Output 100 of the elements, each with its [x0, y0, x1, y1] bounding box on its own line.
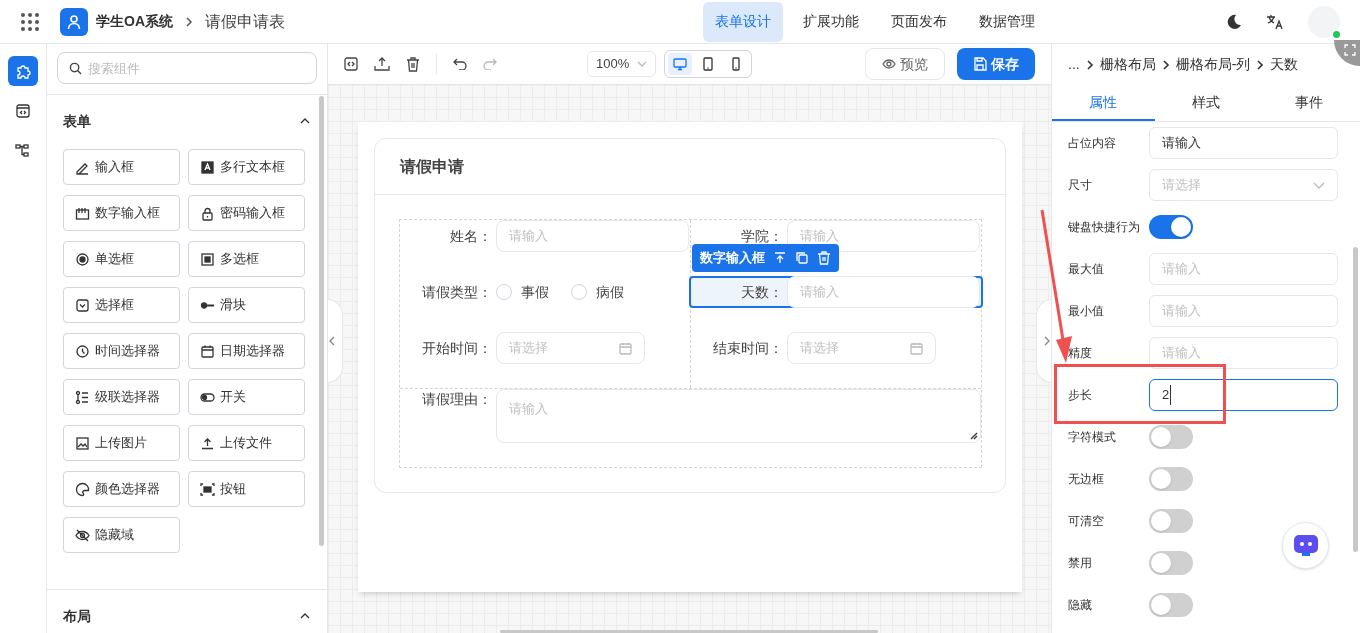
property-label: 步长 [1068, 387, 1093, 404]
nav-tab[interactable]: 页面发布 [879, 1, 959, 42]
placeholder-text: 请输入 [509, 401, 548, 416]
search-field[interactable]: 搜索组件 [57, 52, 317, 84]
code-icon[interactable] [344, 57, 358, 71]
checkbox-icon [200, 251, 215, 267]
section-header[interactable]: 布局 [47, 590, 327, 633]
scrollbar[interactable] [1353, 247, 1358, 552]
select-icon [75, 297, 90, 313]
component-button[interactable]: 多选框 [188, 241, 305, 277]
widget-type-label: 数字输入框 [699, 249, 765, 268]
toggle-switch[interactable] [1149, 593, 1193, 617]
component-button[interactable]: 上传文件 [188, 425, 305, 461]
component-button[interactable]: 颜色选择器 [63, 471, 180, 507]
property-label: 无边框 [1068, 471, 1105, 488]
nav-tab[interactable]: 数据管理 [967, 1, 1047, 42]
device-toggle[interactable] [668, 53, 693, 75]
chevron-left-icon [328, 335, 336, 347]
nav-tab[interactable]: 扩展功能 [791, 1, 871, 42]
inspector-tab[interactable]: 事件 [1257, 85, 1360, 121]
zoom-select[interactable]: 100% [587, 51, 657, 77]
input-field[interactable]: 2 [1149, 379, 1338, 411]
copy-icon[interactable] [794, 251, 809, 265]
toggle-switch[interactable] [1149, 467, 1193, 491]
apps-grid-icon[interactable] [20, 11, 40, 32]
component-button[interactable]: 时间选择器 [63, 333, 180, 369]
placeholder-text: 请选择 [509, 339, 548, 358]
fullscreen-icon [1344, 44, 1356, 56]
chevron-right-icon [1085, 59, 1094, 70]
tablet-icon [701, 57, 716, 71]
component-button[interactable]: 密码输入框 [188, 195, 305, 231]
code-window-icon [15, 103, 31, 119]
breadcrumb-item[interactable]: 天数 [1270, 54, 1299, 75]
component-button[interactable]: 按钮 [188, 471, 305, 507]
lock-icon [200, 205, 215, 221]
upload-icon [200, 435, 215, 451]
placeholder-text: 请选择 [1162, 176, 1201, 195]
component-button[interactable]: 级联选择器 [63, 379, 180, 415]
placeholder-text: 请输入 [799, 227, 839, 246]
property-label: 精度 [1068, 345, 1093, 362]
inspector-tab[interactable]: 样式 [1154, 85, 1258, 121]
app-name: 学生OA系统 [96, 12, 173, 31]
property-label: 禁用 [1068, 555, 1093, 572]
upload-icon[interactable] [374, 57, 390, 71]
trash-icon[interactable] [406, 56, 420, 72]
property-label: 最大值 [1068, 261, 1105, 278]
property-label: 键盘快捷行为 [1068, 219, 1141, 236]
collapse-right-handle[interactable] [1036, 299, 1052, 383]
selected-widget[interactable]: 天数： 请输入 [688, 276, 983, 308]
user-avatar[interactable] [1308, 5, 1340, 38]
floppy-disk-icon [973, 57, 987, 71]
component-button[interactable]: 多行文本框 [188, 149, 305, 185]
toggle-switch[interactable] [1149, 425, 1193, 449]
toggle-switch[interactable] [1149, 215, 1193, 239]
undo-icon[interactable] [453, 58, 467, 70]
arrow-up-icon[interactable] [772, 251, 787, 265]
nav-tab[interactable]: 表单设计 [703, 1, 783, 42]
component-button[interactable]: 日期选择器 [188, 333, 305, 369]
fullscreen-button[interactable] [1334, 40, 1360, 66]
field-label: 请假理由： [421, 390, 493, 409]
radio-label: 事假 [521, 282, 549, 302]
component-button[interactable]: 输入框 [63, 149, 180, 185]
input-value: 2 [1162, 385, 1172, 405]
save-button[interactable]: 保存 [957, 48, 1035, 80]
field-label: 天数： [739, 282, 784, 302]
field-label: 结束时间： [711, 338, 784, 358]
component-button[interactable]: 选择框 [63, 287, 180, 323]
placeholder-text: 请输入 [1162, 344, 1201, 363]
inspector-tab[interactable]: 属性 [1052, 85, 1155, 121]
collapse-left-handle[interactable] [327, 299, 343, 383]
page-title: 请假申请表 [205, 11, 285, 32]
radio-icon [75, 251, 90, 267]
breadcrumb-item[interactable]: 栅格布局-列 [1175, 54, 1251, 75]
chevron-down-icon [637, 61, 648, 67]
field-label: 学院： [739, 226, 784, 246]
input-field[interactable]: 请输入 [1149, 127, 1338, 159]
input-value: 请输入 [1162, 134, 1201, 153]
rail-button[interactable] [8, 56, 38, 86]
component-button[interactable]: 开关 [188, 379, 305, 415]
preview-button[interactable]: 预览 [865, 48, 945, 80]
component-button[interactable]: 单选框 [63, 241, 180, 277]
component-button[interactable]: 隐藏域 [63, 517, 180, 553]
search-icon [69, 62, 82, 75]
translate-icon[interactable] [1266, 13, 1284, 30]
breadcrumb-item[interactable]: 栅格布局 [1099, 54, 1156, 75]
toggle-switch[interactable] [1149, 551, 1193, 575]
toggle-switch[interactable] [1149, 509, 1193, 533]
component-button[interactable]: 上传图片 [63, 425, 180, 461]
chevron-right-icon [1043, 335, 1051, 347]
scrollbar[interactable] [500, 630, 878, 633]
field-label: 开始时间： [421, 338, 493, 358]
chatbot-button[interactable] [1282, 522, 1329, 569]
robot-icon [1291, 532, 1320, 559]
component-button[interactable]: 数字输入框 [63, 195, 180, 231]
placeholder-text: 请输入 [1162, 260, 1201, 279]
moon-icon[interactable] [1226, 13, 1242, 30]
form-title: 请假申请 [400, 156, 464, 177]
component-button[interactable]: 滑块 [188, 287, 305, 323]
resize-handle-icon[interactable] [969, 431, 979, 441]
scrollbar[interactable] [319, 96, 324, 546]
